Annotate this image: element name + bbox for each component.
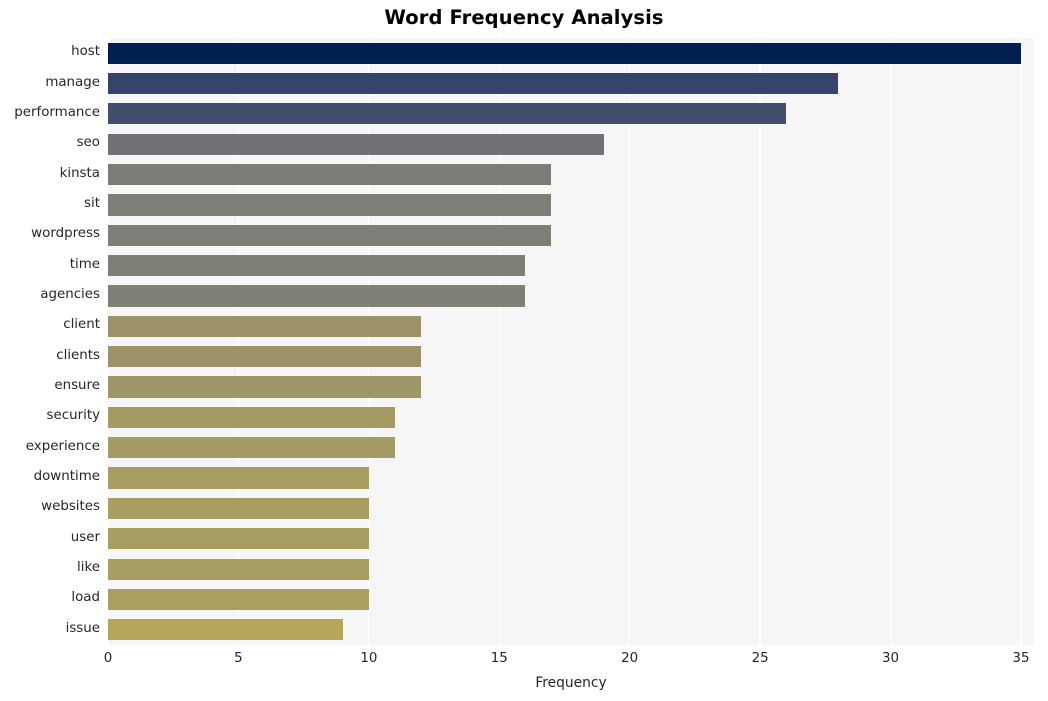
x-tick-label-5: 5 (234, 651, 243, 666)
x-axis-tick-labels: 0 5 10 15 20 25 30 35 (0, 651, 1048, 671)
x-tick-label-20: 20 (621, 651, 639, 666)
y-tick-label-host: host (71, 44, 100, 60)
bar-downtime (108, 467, 369, 489)
bar-row (108, 528, 1034, 550)
bar-row (108, 42, 1034, 64)
bar-row (108, 467, 1034, 489)
y-tick-label-ensure: ensure (54, 378, 100, 394)
bar-client (108, 315, 421, 337)
page-title: Word Frequency Analysis (384, 6, 664, 29)
y-tick-label-experience: experience (25, 438, 100, 454)
bar-row (108, 437, 1034, 459)
x-tick-label-25: 25 (751, 651, 769, 666)
bar-row (108, 103, 1034, 125)
x-tick-label-35: 35 (1012, 651, 1030, 666)
bar-row (108, 376, 1034, 398)
bar-seo (108, 133, 604, 155)
bar-row (108, 224, 1034, 246)
y-tick-label-seo: seo (76, 135, 100, 151)
y-tick-label-time: time (69, 256, 100, 272)
plot-area (108, 38, 1034, 645)
bar-user (108, 528, 369, 550)
y-tick-label-user: user (70, 529, 100, 545)
x-tick-label-10: 10 (360, 651, 378, 666)
y-tick-label-like: like (77, 560, 100, 576)
bar-host (108, 42, 1021, 64)
y-tick-label-downtime: downtime (33, 469, 100, 485)
x-tick-label-15: 15 (490, 651, 508, 666)
y-tick-label-load: load (71, 590, 100, 606)
x-tick-label-30: 30 (882, 651, 900, 666)
bar-row (108, 163, 1034, 186)
bar-experience (108, 437, 395, 459)
bar-time (108, 255, 526, 277)
y-tick-label-performance: performance (14, 104, 100, 120)
x-axis-title: Frequency (535, 675, 607, 691)
bar-row (108, 315, 1034, 337)
bar-row (108, 346, 1034, 368)
y-tick-label-agencies: agencies (40, 286, 100, 302)
bar-row (108, 619, 1034, 641)
bar-row (108, 255, 1034, 277)
bar-row (108, 285, 1034, 307)
bar-agencies (108, 285, 526, 307)
y-tick-label-websites: websites (41, 499, 100, 515)
bar-security (108, 406, 395, 428)
y-tick-label-security: security (46, 408, 100, 424)
bar-kinsta (108, 163, 552, 186)
y-tick-label-kinsta: kinsta (59, 165, 100, 181)
y-tick-label-sit: sit (84, 195, 100, 211)
bar-sit (108, 194, 552, 216)
bar-load (108, 588, 369, 611)
bar-performance (108, 103, 787, 125)
bar-like (108, 558, 369, 580)
bar-manage (108, 72, 839, 95)
bar-clients (108, 346, 421, 368)
bar-row (108, 133, 1034, 155)
y-tick-label-issue: issue (65, 620, 100, 636)
bar-wordpress (108, 224, 552, 246)
y-tick-label-clients: clients (56, 347, 100, 363)
y-axis-tick-labels: host manage performance seo kinsta sit wordpre… (0, 38, 100, 645)
bar-series (108, 38, 1034, 645)
x-tick-label-0: 0 (103, 651, 113, 666)
bar-websites (108, 497, 369, 520)
bar-ensure (108, 376, 421, 398)
bar-row (108, 194, 1034, 216)
chart-figure: Word Frequency Analysis host manage perfor… (0, 0, 1048, 701)
y-tick-label-manage: manage (45, 74, 100, 90)
bar-row (108, 406, 1034, 428)
y-tick-label-wordpress: wordpress (31, 226, 100, 242)
bar-row (108, 497, 1034, 520)
bar-row (108, 588, 1034, 611)
bar-row (108, 558, 1034, 580)
y-tick-label-client: client (63, 317, 100, 333)
bar-issue (108, 619, 343, 641)
bar-row (108, 72, 1034, 95)
